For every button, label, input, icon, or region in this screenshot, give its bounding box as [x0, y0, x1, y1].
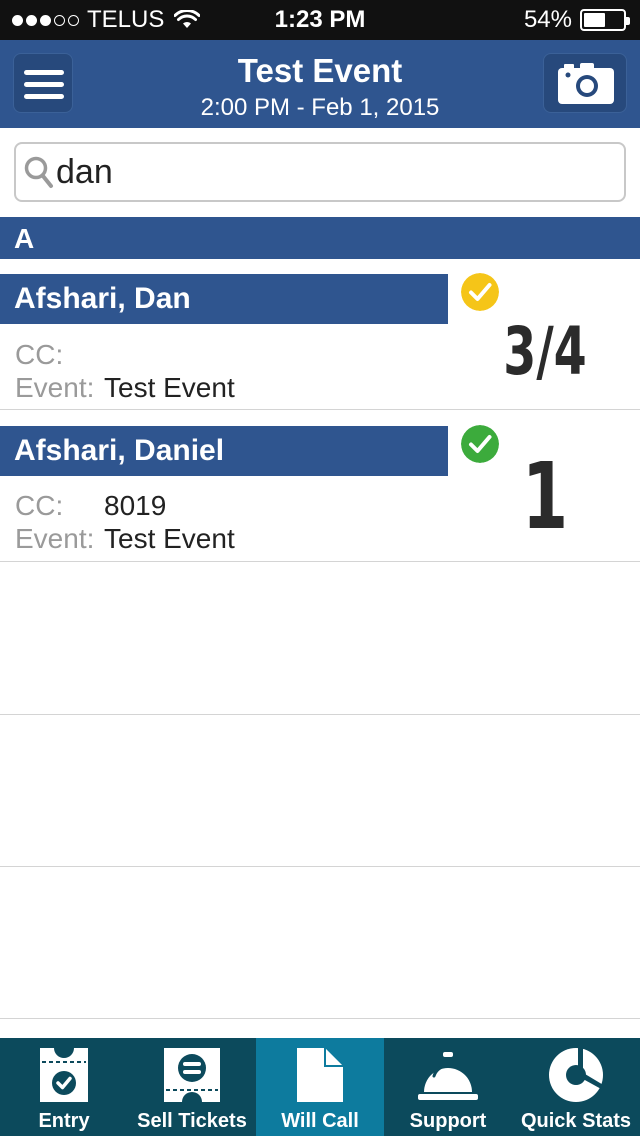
tab-label: Quick Stats [520, 1110, 632, 1132]
attendee-name: Afshari, Dan [14, 282, 191, 315]
event-value: Test Event [104, 372, 235, 403]
ticket-count: 1 [521, 443, 569, 550]
event-value: Test Event [104, 523, 235, 554]
tab-label: Will Call [281, 1110, 359, 1132]
ticket-check-icon [40, 1048, 88, 1102]
attendee-name-bar: Afshari, Dan [0, 274, 448, 324]
tab-will-call[interactable]: Will Call [256, 1038, 384, 1136]
tab-label: Sell Tickets [137, 1110, 247, 1132]
pie-chart-icon [549, 1046, 605, 1102]
search-input[interactable] [56, 150, 616, 194]
ticket-count: 3/4 [503, 313, 587, 390]
cc-label: CC: [15, 490, 64, 521]
empty-row [0, 563, 640, 715]
cc-label: CC: [15, 339, 64, 370]
attendee-name-bar: Afshari, Daniel [0, 426, 448, 476]
partial-check-icon [461, 273, 499, 311]
ticket-icon [164, 1048, 220, 1102]
search-icon [24, 156, 53, 188]
tab-label: Entry [38, 1110, 90, 1132]
tab-sell-tickets[interactable]: Sell Tickets [128, 1038, 256, 1136]
cc-value: 8019 [104, 490, 167, 521]
event-label: Event: [15, 372, 95, 403]
battery-icon [580, 9, 630, 31]
app-header: Test Event 2:00 PM - Feb 1, 2015 [0, 40, 640, 128]
attendee-row[interactable]: Afshari, Daniel 1 CC: 8019 Event: Test E… [0, 411, 640, 562]
status-bar: TELUS 1:23 PM 54% [0, 0, 640, 40]
search-field[interactable] [14, 142, 626, 202]
tab-bar: Entry Sell Tickets Will Call Support Qui… [0, 1038, 640, 1136]
tab-quick-stats[interactable]: Quick Stats [512, 1038, 640, 1136]
section-letter: A [14, 223, 35, 254]
complete-check-icon [461, 425, 499, 463]
document-icon [297, 1048, 343, 1102]
empty-row [0, 867, 640, 1019]
tab-entry[interactable]: Entry [0, 1038, 128, 1136]
attendee-row[interactable]: Afshari, Dan 3/4 CC: Event: Test Event [0, 259, 640, 410]
section-header: A [0, 217, 640, 259]
tab-support[interactable]: Support [384, 1038, 512, 1136]
battery-percent: 54% [523, 6, 572, 33]
event-label: Event: [15, 523, 95, 554]
empty-row [0, 715, 640, 867]
camera-button[interactable] [543, 53, 627, 113]
camera-icon [558, 63, 614, 104]
tab-label: Support [409, 1110, 487, 1132]
attendee-name: Afshari, Daniel [14, 434, 225, 467]
service-bell-icon [418, 1052, 478, 1100]
